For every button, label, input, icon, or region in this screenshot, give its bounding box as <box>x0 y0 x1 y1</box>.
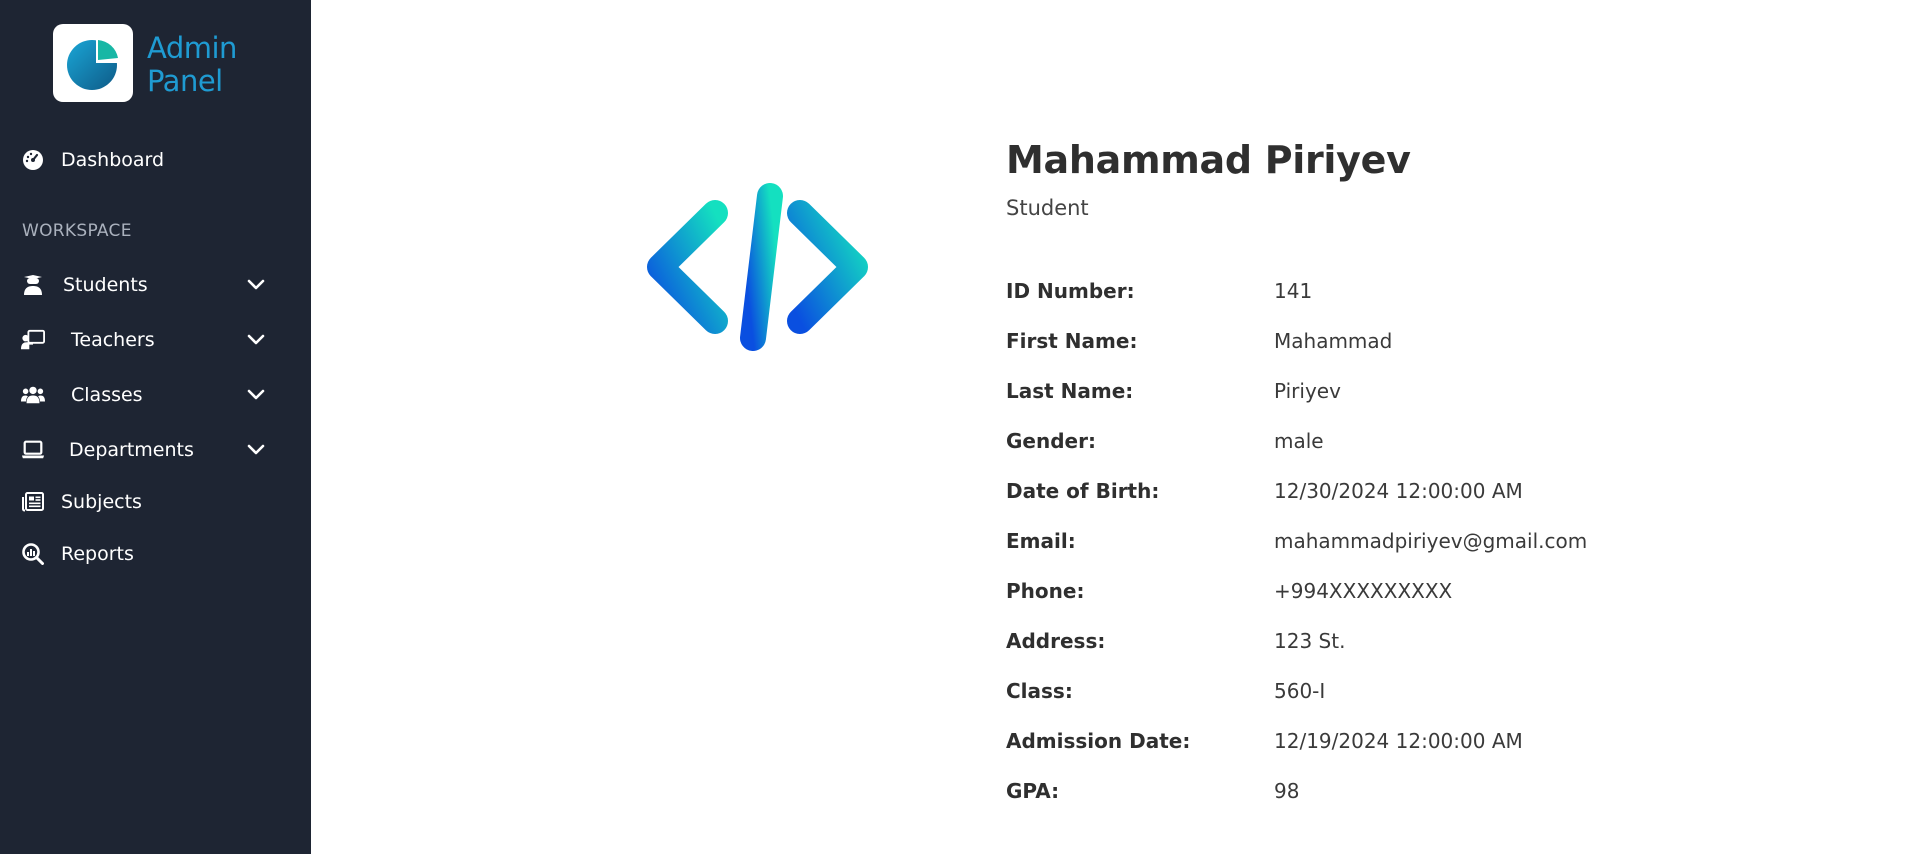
newspaper-icon <box>21 490 45 514</box>
sidebar: Admin Panel Dashboard WORKSPACE Students… <box>0 0 311 854</box>
sidebar-item-departments[interactable]: Departments <box>0 430 311 470</box>
detail-label: Address: <box>1006 629 1106 653</box>
profile-role: Student <box>1006 196 1089 220</box>
sidebar-item-label: Teachers <box>71 329 155 351</box>
detail-label: Email: <box>1006 529 1076 553</box>
detail-value: 123 St. <box>1274 629 1346 653</box>
gauge-icon <box>21 148 45 172</box>
sidebar-item-students[interactable]: Students <box>0 265 311 305</box>
pie-chart-icon <box>67 38 121 90</box>
sidebar-item-label: Dashboard <box>61 149 165 171</box>
detail-row-phone: Phone: +994XXXXXXXXX <box>1006 579 1706 629</box>
sidebar-item-label: Classes <box>71 384 143 406</box>
app-title: Admin Panel <box>147 32 237 98</box>
detail-row-date-of-birth: Date of Birth: 12/30/2024 12:00:00 AM <box>1006 479 1706 529</box>
detail-value: 560-I <box>1274 679 1326 703</box>
detail-label: First Name: <box>1006 329 1138 353</box>
detail-value: 12/30/2024 12:00:00 AM <box>1274 479 1523 503</box>
detail-row-admission-date: Admission Date: 12/19/2024 12:00:00 AM <box>1006 729 1706 779</box>
sidebar-item-label: Subjects <box>61 491 142 513</box>
sidebar-item-dashboard[interactable]: Dashboard <box>0 140 311 180</box>
sidebar-item-label: Reports <box>61 543 134 565</box>
detail-value: 141 <box>1274 279 1313 303</box>
detail-value: +994XXXXXXXXX <box>1274 579 1453 603</box>
section-label-workspace: WORKSPACE <box>22 221 132 241</box>
sidebar-item-label: Departments <box>69 439 194 461</box>
users-icon <box>21 383 45 407</box>
sidebar-item-subjects[interactable]: Subjects <box>0 482 311 522</box>
chalkboard-teacher-icon <box>21 328 45 352</box>
sidebar-item-teachers[interactable]: Teachers <box>0 320 311 360</box>
magnifier-chart-icon <box>21 542 45 566</box>
detail-label: GPA: <box>1006 779 1060 803</box>
chevron-down-icon[interactable] <box>244 383 268 407</box>
app-title-line1: Admin <box>147 31 237 65</box>
detail-row-gender: Gender: male <box>1006 429 1706 479</box>
app-logo[interactable] <box>53 24 133 102</box>
detail-label: ID Number: <box>1006 279 1135 303</box>
app-title-line2: Panel <box>147 64 223 98</box>
detail-row-last-name: Last Name: Piriyev <box>1006 379 1706 429</box>
detail-label: Date of Birth: <box>1006 479 1160 503</box>
code-brackets-icon <box>640 180 875 355</box>
detail-value: Mahammad <box>1274 329 1393 353</box>
detail-row-id: ID Number: 141 <box>1006 279 1706 329</box>
chevron-down-icon[interactable] <box>244 438 268 462</box>
student-icon <box>21 273 45 297</box>
detail-label: Last Name: <box>1006 379 1134 403</box>
chevron-down-icon[interactable] <box>244 273 268 297</box>
detail-value: male <box>1274 429 1324 453</box>
detail-label: Class: <box>1006 679 1073 703</box>
detail-row-class: Class: 560-I <box>1006 679 1706 729</box>
sidebar-item-classes[interactable]: Classes <box>0 375 311 415</box>
detail-row-address: Address: 123 St. <box>1006 629 1706 679</box>
profile-details: ID Number: 141 First Name: Mahammad Last… <box>1006 279 1706 829</box>
detail-label: Gender: <box>1006 429 1096 453</box>
chevron-down-icon[interactable] <box>244 328 268 352</box>
detail-value: mahammadpiriyev@gmail.com <box>1274 529 1588 553</box>
sidebar-item-label: Students <box>63 274 148 296</box>
detail-row-gpa: GPA: 98 <box>1006 779 1706 829</box>
detail-label: Admission Date: <box>1006 729 1191 753</box>
sidebar-item-reports[interactable]: Reports <box>0 534 311 574</box>
detail-value: Piriyev <box>1274 379 1341 403</box>
profile-name: Mahammad Piriyev <box>1006 138 1411 182</box>
detail-label: Phone: <box>1006 579 1085 603</box>
detail-row-email: Email: mahammadpiriyev@gmail.com <box>1006 529 1706 579</box>
detail-value: 98 <box>1274 779 1300 803</box>
detail-row-first-name: First Name: Mahammad <box>1006 329 1706 379</box>
laptop-icon <box>21 438 45 462</box>
detail-value: 12/19/2024 12:00:00 AM <box>1274 729 1523 753</box>
